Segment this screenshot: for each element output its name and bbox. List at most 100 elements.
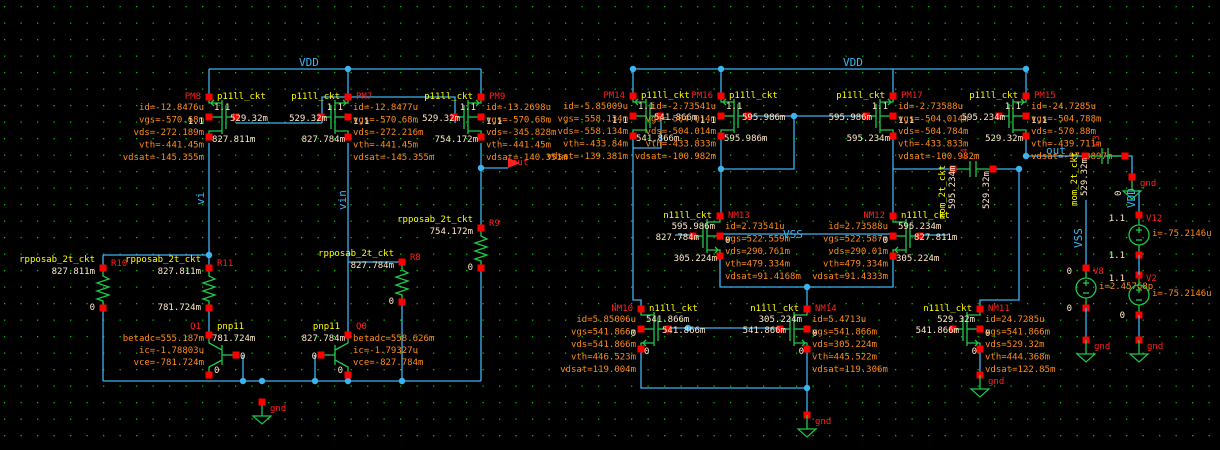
node-voltage: 1.1 bbox=[1109, 274, 1125, 284]
node-voltage: 1.1 bbox=[1031, 116, 1047, 126]
node-voltage: 529.32m bbox=[230, 114, 268, 124]
op-param: vdsat=-139.381m bbox=[547, 152, 628, 162]
op-param: vdsat=-145.355m bbox=[123, 153, 204, 163]
pin[interactable] bbox=[1022, 132, 1030, 140]
node-voltage: 0 bbox=[972, 347, 977, 357]
pin[interactable] bbox=[637, 305, 645, 313]
op-param: vds=290.761m bbox=[725, 247, 790, 257]
pin[interactable] bbox=[1121, 152, 1129, 160]
pin[interactable] bbox=[398, 298, 406, 306]
pin[interactable] bbox=[976, 325, 984, 333]
net-label-vss-source: VSS bbox=[1072, 228, 1085, 248]
instance-name: NM12 bbox=[863, 211, 885, 221]
pin[interactable] bbox=[1022, 92, 1030, 100]
pin[interactable] bbox=[889, 232, 897, 240]
node-voltage: 827.811m bbox=[212, 135, 255, 145]
op-param: vds=-558.134m bbox=[558, 127, 628, 137]
pin[interactable] bbox=[232, 351, 240, 359]
pin[interactable] bbox=[344, 93, 352, 101]
pin[interactable] bbox=[1022, 112, 1030, 120]
op-param: i=-75.2146u bbox=[1152, 289, 1212, 299]
model-name: p11ll_ckt bbox=[729, 91, 778, 101]
wire-junction bbox=[239, 377, 247, 385]
node-voltage: 595.234m bbox=[962, 113, 1005, 123]
pin[interactable] bbox=[477, 113, 485, 121]
node-voltage: 541.866m bbox=[743, 326, 786, 336]
ground-label: gnd bbox=[1094, 342, 1110, 352]
pin[interactable] bbox=[629, 112, 637, 120]
node-voltage: 1.1 bbox=[1109, 214, 1125, 224]
pin[interactable] bbox=[477, 133, 485, 141]
pin[interactable] bbox=[99, 304, 107, 312]
instance-name: Q0 bbox=[356, 322, 367, 332]
op-param: vds=305.224m bbox=[812, 340, 877, 350]
op-param: id=5.85006u bbox=[576, 315, 636, 325]
op-param: betadc=555.187m bbox=[123, 334, 204, 344]
pin[interactable] bbox=[637, 325, 645, 333]
pin[interactable] bbox=[717, 92, 725, 100]
node-voltage: 0 bbox=[338, 366, 343, 376]
pin[interactable] bbox=[344, 133, 352, 141]
op-param: vce=-781.724m bbox=[134, 358, 204, 368]
pin[interactable] bbox=[803, 345, 811, 353]
op-param: vdsat=-100.982m bbox=[635, 152, 716, 162]
pin[interactable] bbox=[976, 345, 984, 353]
node-voltage: 1.1 bbox=[486, 117, 502, 127]
pin[interactable] bbox=[205, 113, 213, 121]
instance-name: C4 bbox=[960, 148, 970, 159]
pin[interactable] bbox=[317, 351, 325, 359]
node-voltage: 305.224m bbox=[759, 315, 802, 325]
schematic-canvas[interactable]: PM8 p11ll_ckt id=-12.8476u vgs=-570.68m vds=… bbox=[0, 0, 1220, 450]
pin[interactable] bbox=[889, 132, 897, 140]
pin[interactable] bbox=[1128, 173, 1136, 181]
pin[interactable] bbox=[889, 92, 897, 100]
pin[interactable] bbox=[398, 258, 406, 266]
schematic-svg[interactable]: PM8 p11ll_cktid=-12.8476uvgs=-570.68mvds=… bbox=[0, 0, 1220, 450]
node-voltage: 0 bbox=[1114, 191, 1124, 196]
pin[interactable] bbox=[344, 113, 352, 121]
pin[interactable] bbox=[716, 232, 724, 240]
pin[interactable] bbox=[477, 224, 485, 232]
pin[interactable] bbox=[1135, 211, 1143, 219]
model-name: p11ll_ckt bbox=[291, 92, 340, 102]
node-voltage: 0 bbox=[725, 236, 730, 246]
pin[interactable] bbox=[205, 264, 213, 272]
instance-name: NM10 bbox=[611, 304, 633, 314]
pin[interactable] bbox=[99, 264, 107, 272]
op-param: vds=-345.828m bbox=[486, 128, 556, 138]
node-voltage: 529.32m bbox=[1080, 158, 1090, 196]
pin[interactable] bbox=[629, 92, 637, 100]
pin[interactable] bbox=[205, 93, 213, 101]
op-param: vdsat=119.004m bbox=[560, 365, 636, 375]
wire-junction bbox=[803, 283, 811, 291]
op-param: vds=-272.216m bbox=[353, 128, 423, 138]
pin[interactable] bbox=[976, 305, 984, 313]
pin[interactable] bbox=[205, 371, 213, 379]
pin[interactable] bbox=[803, 305, 811, 313]
pin[interactable] bbox=[889, 112, 897, 120]
pin[interactable] bbox=[889, 212, 897, 220]
pin[interactable] bbox=[344, 331, 352, 339]
instance-name: V2 bbox=[1146, 274, 1157, 284]
pin[interactable] bbox=[344, 371, 352, 379]
model-name: p11ll_ckt bbox=[969, 91, 1018, 101]
pin[interactable] bbox=[477, 93, 485, 101]
pin[interactable] bbox=[717, 112, 725, 120]
pin[interactable] bbox=[1082, 264, 1090, 272]
node-voltage: 0 bbox=[883, 236, 888, 246]
instance-name: PM9 bbox=[489, 92, 505, 102]
node-voltage: 1.1 bbox=[1005, 102, 1021, 112]
pin[interactable] bbox=[716, 252, 724, 260]
pin[interactable] bbox=[716, 212, 724, 220]
model-name: p11ll_ckt bbox=[424, 92, 473, 102]
pin[interactable] bbox=[205, 304, 213, 312]
pin[interactable] bbox=[803, 325, 811, 333]
net-label-vdd: VDD bbox=[299, 56, 319, 69]
op-param: vth=-441.45m bbox=[486, 141, 551, 151]
pin[interactable] bbox=[258, 398, 266, 406]
node-voltage: 0 bbox=[799, 347, 804, 357]
op-param: vth=479.334m bbox=[823, 260, 888, 270]
pin[interactable] bbox=[477, 264, 485, 272]
op-param: id=24.7285u bbox=[985, 315, 1045, 325]
net-label-out: out bbox=[1046, 144, 1066, 157]
